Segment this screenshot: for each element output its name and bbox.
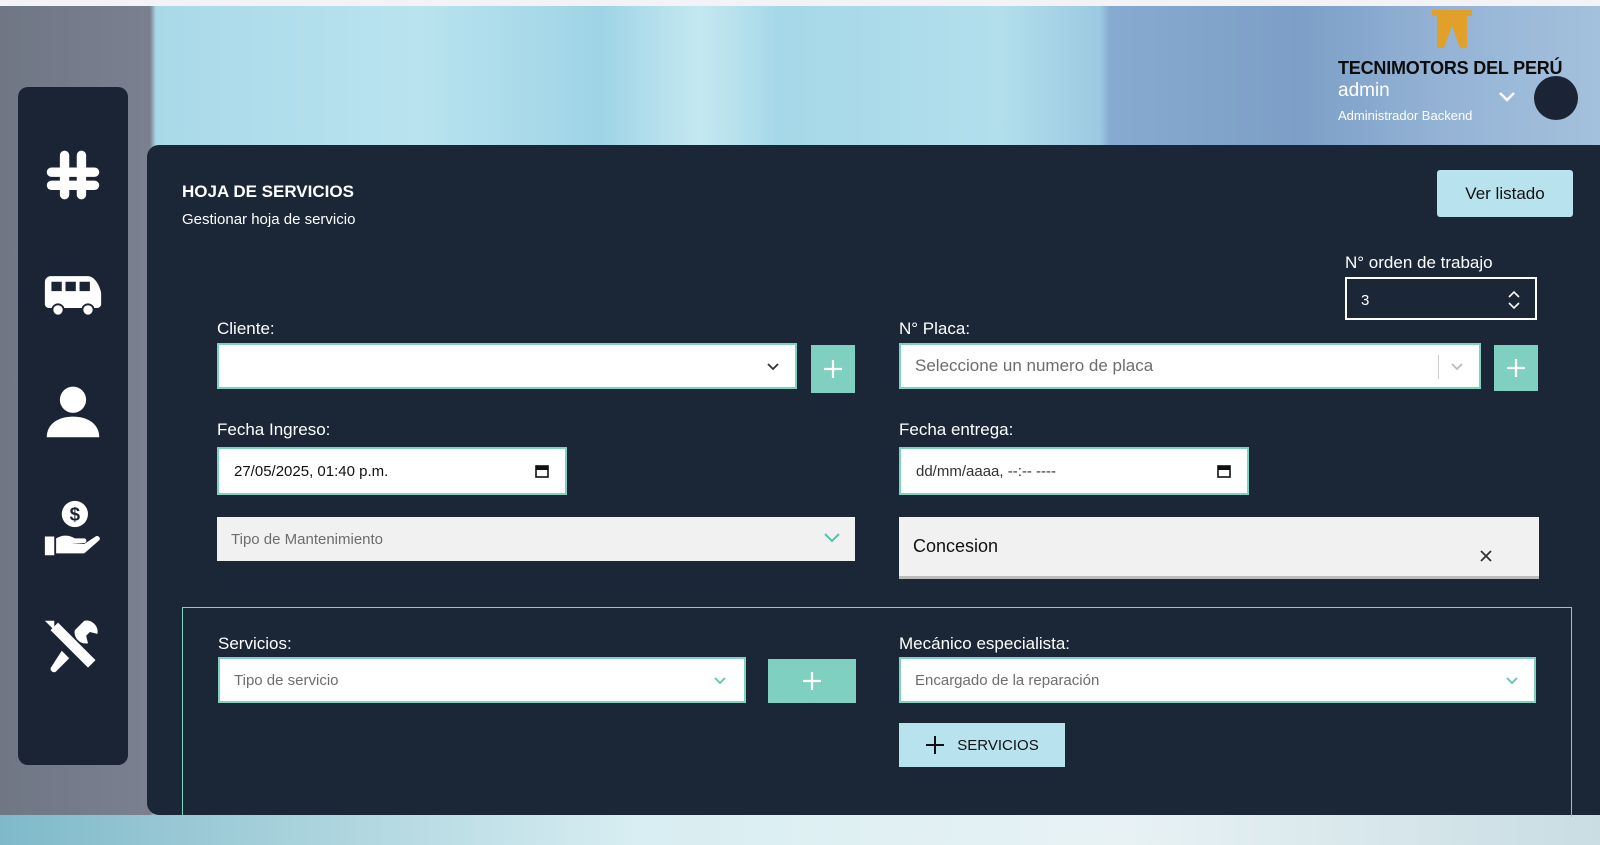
- user-name: admin: [1338, 80, 1390, 101]
- orden-trabajo-value: 3: [1361, 292, 1370, 309]
- sidebar-item-tools[interactable]: [33, 617, 113, 735]
- page-title: HOJA DE SERVICIOS: [182, 182, 354, 201]
- hand-dollar-icon: $: [44, 500, 100, 556]
- avatar[interactable]: [1534, 76, 1578, 120]
- bottom-strip: [0, 815, 1600, 845]
- mantenimiento-select[interactable]: Tipo de Mantenimiento: [217, 517, 855, 561]
- brand: TECNIMOTORS DEL PERÚ: [1338, 10, 1568, 78]
- fecha-ingreso-label: Fecha Ingreso:: [217, 420, 331, 439]
- spinner-icon[interactable]: [1507, 289, 1521, 311]
- servicio-placeholder: Tipo de servicio: [234, 671, 339, 689]
- plus-icon: [926, 736, 945, 754]
- chevron-down-icon: [714, 677, 726, 685]
- close-icon[interactable]: [1479, 549, 1493, 563]
- sidebar: $: [18, 87, 128, 765]
- bus-icon: [44, 276, 102, 317]
- servicio-select[interactable]: Tipo de servicio: [218, 657, 746, 703]
- ver-listado-button[interactable]: Ver listado: [1437, 170, 1573, 217]
- fecha-entrega-label: Fecha entrega:: [899, 420, 1014, 439]
- chevron-down-icon: [767, 363, 779, 371]
- cliente-label: Cliente:: [217, 319, 275, 338]
- mecanico-label: Mecánico especialista:: [899, 634, 1071, 653]
- orden-trabajo-input[interactable]: 3: [1345, 277, 1537, 320]
- placa-label: N° Placa:: [899, 319, 971, 338]
- top-strip: [0, 0, 1600, 6]
- slack-hash-icon: [46, 150, 100, 200]
- chevron-down-icon: [1506, 677, 1518, 685]
- plus-icon: [1507, 359, 1525, 377]
- user-role: Administrador Backend: [1338, 108, 1473, 123]
- add-cliente-button[interactable]: [811, 345, 855, 393]
- concesion-field[interactable]: Concesion: [899, 517, 1539, 579]
- select-divider: [1438, 355, 1439, 379]
- chevron-down-icon: [1451, 363, 1463, 371]
- mecanico-select[interactable]: Encargado de la reparación: [899, 657, 1536, 703]
- calendar-icon[interactable]: [535, 464, 549, 478]
- sidebar-item-vehicles[interactable]: [33, 263, 113, 381]
- plus-icon: [824, 360, 842, 378]
- add-placa-button[interactable]: [1494, 345, 1538, 391]
- mantenimiento-placeholder: Tipo de Mantenimiento: [231, 530, 384, 548]
- calendar-icon[interactable]: [1217, 464, 1231, 478]
- brand-name: TECNIMOTORS DEL PERÚ: [1338, 58, 1563, 78]
- main-panel: HOJA DE SERVICIOS Gestionar hoja de serv…: [147, 145, 1600, 817]
- fecha-entrega-input[interactable]: dd/mm/aaaa, --:-- ----: [899, 447, 1249, 495]
- add-servicios-label: SERVICIOS: [957, 736, 1039, 754]
- plus-icon: [803, 672, 821, 690]
- mecanico-placeholder: Encargado de la reparación: [915, 671, 1100, 689]
- fecha-ingreso-value: 27/05/2025, 01:40 p.m.: [234, 462, 389, 480]
- svg-text:$: $: [70, 504, 81, 525]
- services-section: [182, 607, 1572, 817]
- orden-trabajo-label: N° orden de trabajo: [1345, 253, 1493, 272]
- concesion-value: Concesion: [913, 536, 999, 556]
- tecnimotors-logo-icon: [1432, 10, 1472, 48]
- fecha-entrega-value: dd/mm/aaaa, --:-- ----: [916, 462, 1057, 480]
- sidebar-item-payments[interactable]: $: [33, 499, 113, 617]
- chevron-down-icon[interactable]: [1498, 90, 1516, 104]
- sidebar-item-clients[interactable]: [33, 381, 113, 499]
- cliente-select[interactable]: [217, 343, 797, 389]
- sidebar-item-dashboard[interactable]: [33, 145, 113, 263]
- add-servicios-button[interactable]: SERVICIOS: [899, 723, 1065, 767]
- servicios-label: Servicios:: [218, 634, 292, 653]
- page-subtitle: Gestionar hoja de servicio: [182, 211, 356, 228]
- add-servicio-button[interactable]: [768, 659, 856, 703]
- fecha-ingreso-input[interactable]: 27/05/2025, 01:40 p.m.: [217, 447, 567, 495]
- chevron-down-icon: [824, 533, 840, 543]
- placa-select[interactable]: Seleccione un numero de placa: [899, 343, 1481, 389]
- user-icon: [46, 386, 100, 438]
- tools-icon: [44, 620, 98, 673]
- placa-placeholder: Seleccione un numero de placa: [915, 356, 1154, 375]
